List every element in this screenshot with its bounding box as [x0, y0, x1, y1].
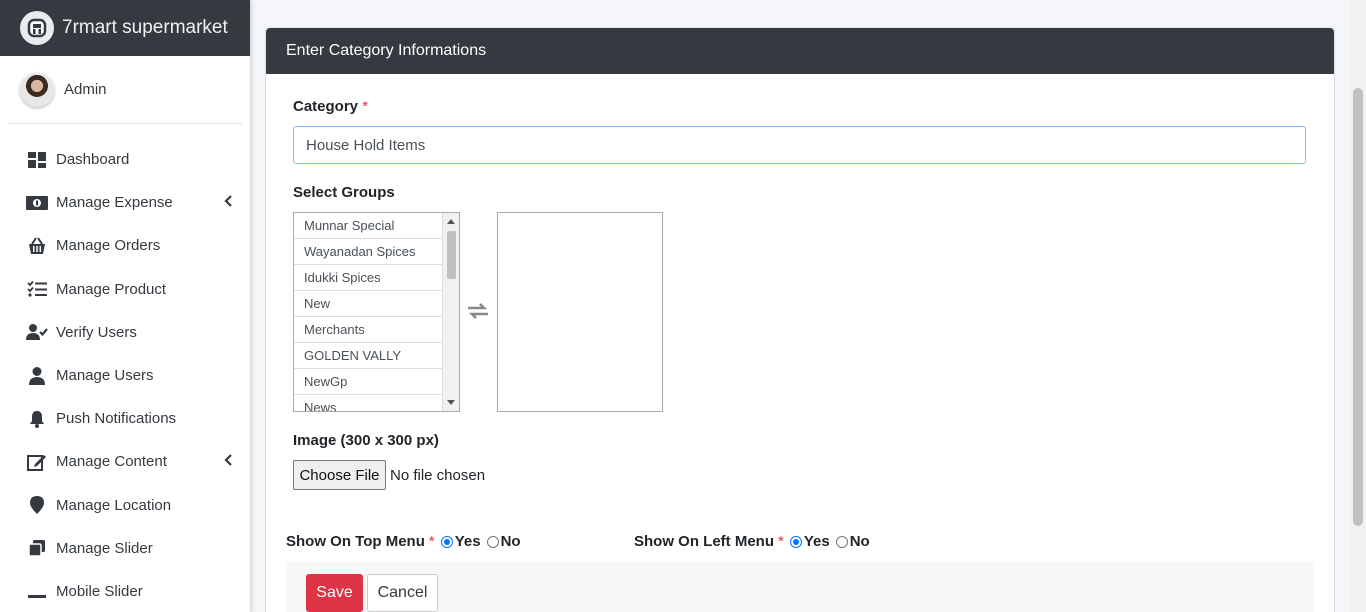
left-menu-radio-group: Show On Left Menu * Yes No — [634, 533, 870, 550]
left-menu-yes-label: Yes — [803, 533, 830, 550]
sidebar-item-mobile-slider[interactable]: Mobile Slider — [0, 570, 250, 612]
edit-icon — [26, 452, 48, 472]
sidebar-item-manage-location[interactable]: Manage Location — [0, 484, 250, 527]
sidebar-item-label: Manage Orders — [56, 237, 161, 255]
scroll-up-icon[interactable] — [447, 219, 455, 224]
sidebar-item-manage-content[interactable]: Manage Content — [0, 440, 250, 483]
top-menu-radio-group: Show On Top Menu * Yes No — [286, 533, 521, 550]
list-item[interactable]: New — [294, 291, 442, 317]
sidebar-item-manage-users[interactable]: Manage Users — [0, 354, 250, 397]
category-form-card: Enter Category Informations Category * H… — [266, 28, 1334, 612]
user-panel[interactable]: Admin — [8, 56, 242, 124]
sidebar-item-manage-expense[interactable]: Manage Expense — [0, 181, 250, 224]
brand-link[interactable]: 7rmart supermarket — [0, 0, 250, 56]
money-icon — [26, 193, 48, 213]
cancel-button[interactable]: Cancel — [367, 574, 438, 612]
user-check-icon — [26, 322, 48, 342]
sidebar-item-manage-slider[interactable]: Manage Slider — [0, 527, 250, 570]
main-content: Enter Category Informations Category * H… — [250, 0, 1350, 612]
chevron-left-icon — [224, 194, 232, 212]
scroll-down-icon[interactable] — [447, 400, 455, 405]
list-item[interactable]: NewGp — [294, 369, 442, 395]
list-item[interactable]: Merchants — [294, 317, 442, 343]
top-menu-label: Show On Top Menu — [286, 533, 425, 550]
sidebar-item-label: Manage Content — [56, 453, 167, 471]
list-item[interactable]: GOLDEN VALLY — [294, 343, 442, 369]
sidebar-item-push-notifications[interactable]: Push Notifications — [0, 397, 250, 440]
sidebar-item-label: Manage Location — [56, 496, 172, 514]
sidebar-item-manage-product[interactable]: Manage Product — [0, 268, 250, 311]
page-scroll-thumb[interactable] — [1353, 88, 1363, 526]
choose-file-button[interactable]: Choose File — [293, 460, 386, 490]
scroll-thumb[interactable] — [447, 231, 456, 279]
image-label: Image (300 x 300 px) — [293, 432, 439, 449]
top-menu-no-label: No — [500, 533, 521, 550]
brand-logo-icon — [20, 11, 54, 45]
groups-selected-list[interactable] — [497, 212, 663, 412]
list-item[interactable]: Munnar Special — [294, 213, 442, 239]
select-groups-label: Select Groups — [293, 184, 395, 201]
tasks-icon — [26, 279, 48, 299]
clone-icon — [26, 538, 48, 558]
left-menu-no-label: No — [849, 533, 870, 550]
left-menu-no-radio[interactable] — [835, 535, 848, 548]
top-menu-yes-radio[interactable] — [440, 535, 453, 548]
swap-arrows-icon[interactable] — [466, 302, 490, 325]
required-mark: * — [362, 98, 369, 115]
category-input[interactable]: House Hold Items — [293, 126, 1306, 164]
list-item[interactable]: News — [294, 395, 442, 411]
card-footer: Save Cancel — [286, 562, 1314, 612]
list-item[interactable]: Idukki Spices — [294, 265, 442, 291]
top-menu-yes-label: Yes — [454, 533, 481, 550]
sidebar-item-manage-orders[interactable]: Manage Orders — [0, 224, 250, 267]
sidebar-item-label: Manage Slider — [56, 539, 153, 557]
user-name: Admin — [64, 81, 107, 98]
list-item[interactable]: Wayanadan Spices — [294, 239, 442, 265]
sidebar-item-verify-users[interactable]: Verify Users — [0, 311, 250, 354]
chevron-left-icon — [224, 453, 232, 471]
sidebar: 7rmart supermarket Admin Dashboard Manag… — [0, 0, 250, 612]
bell-icon — [26, 409, 48, 429]
avatar — [20, 72, 54, 107]
sidebar-item-dashboard[interactable]: Dashboard — [0, 138, 250, 181]
basket-icon — [26, 236, 48, 256]
category-label: Category * — [293, 98, 368, 115]
sidebar-item-label: Dashboard — [56, 151, 130, 169]
sidebar-item-label: Manage Product — [56, 280, 167, 298]
sidebar-item-label: Verify Users — [56, 323, 137, 341]
file-status-text: No file chosen — [390, 467, 486, 484]
left-menu-yes-radio[interactable] — [789, 535, 802, 548]
brand-name: 7rmart supermarket — [62, 17, 228, 38]
card-header: Enter Category Informations — [266, 28, 1334, 74]
top-menu-no-radio[interactable] — [486, 535, 499, 548]
listbox-scrollbar[interactable] — [442, 213, 459, 411]
left-menu-label: Show On Left Menu — [634, 533, 774, 550]
map-marker-icon — [26, 495, 48, 515]
sidebar-item-label: Manage Expense — [56, 194, 173, 212]
required-mark: * — [428, 533, 435, 550]
save-button[interactable]: Save — [306, 574, 363, 612]
sidebar-item-label: Manage Users — [56, 367, 154, 385]
sidebar-item-label: Push Notifications — [56, 410, 177, 428]
groups-available-list[interactable]: Munnar Special Wayanadan Spices Idukki S… — [293, 212, 460, 412]
sidebar-nav: Dashboard Manage Expense Manage Orders M… — [0, 124, 250, 612]
user-icon — [26, 366, 48, 386]
sidebar-item-label: Mobile Slider — [56, 582, 143, 600]
required-mark: * — [778, 533, 784, 550]
dashboard-icon — [26, 150, 48, 170]
page-scrollbar[interactable] — [1350, 0, 1366, 612]
minus-icon — [26, 581, 48, 601]
category-label-text: Category — [293, 98, 359, 115]
